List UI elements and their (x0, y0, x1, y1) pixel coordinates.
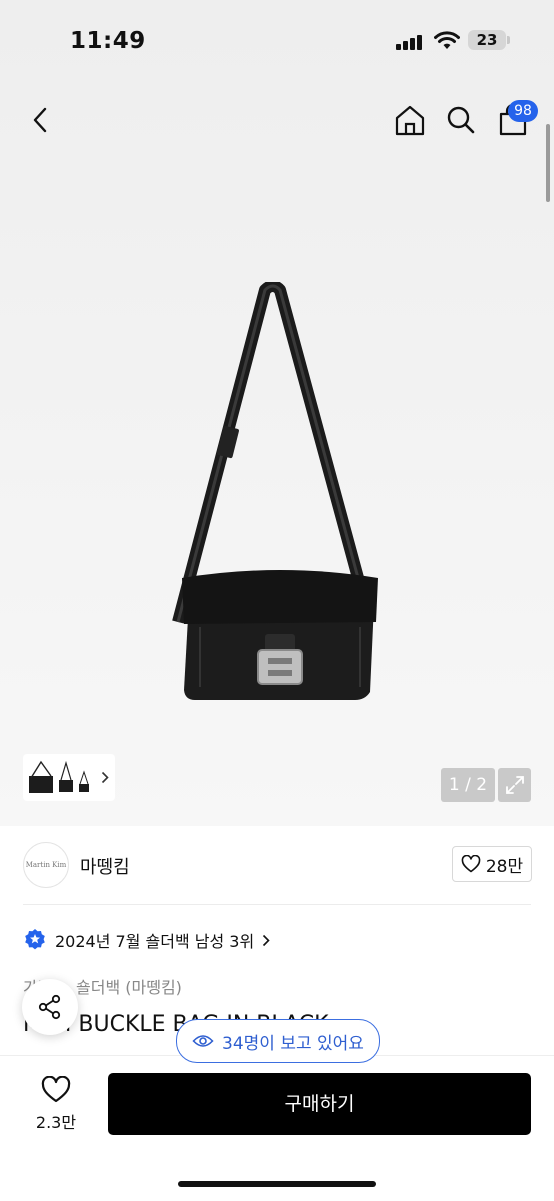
thumbnail-strip[interactable] (23, 754, 115, 801)
brand-like-count: 28만 (485, 856, 524, 877)
search-button[interactable] (441, 100, 481, 140)
viewers-pill: 34명이 보고 있어요 (176, 1019, 380, 1063)
chevron-right-icon (101, 771, 109, 784)
cart-count-badge: 98 (508, 100, 538, 122)
heart-icon (461, 855, 481, 873)
battery-cap (507, 36, 510, 44)
brand-logo[interactable]: Martin Kim (23, 842, 69, 888)
divider (23, 904, 531, 905)
back-icon (33, 107, 47, 133)
battery-indicator: 23 (468, 30, 506, 50)
brand-name[interactable]: 마뗑킴 (80, 853, 130, 879)
chevron-right-icon (263, 934, 270, 946)
image-counter: 1 / 2 (441, 768, 495, 802)
share-button[interactable] (22, 979, 78, 1035)
home-icon (395, 105, 425, 136)
expand-button[interactable] (498, 768, 531, 802)
wifi-icon (434, 31, 460, 49)
home-button[interactable] (390, 100, 430, 140)
expand-icon (505, 776, 524, 794)
status-time: 11:49 (70, 28, 146, 54)
product-photo (172, 282, 378, 700)
viewers-text: 34명이 보고 있어요 (222, 1033, 364, 1054)
home-indicator (178, 1181, 376, 1187)
back-button[interactable] (22, 100, 58, 140)
star-badge-icon (25, 929, 45, 950)
ranking-link[interactable]: 2024년 7월 숄더백 남성 3위 (23, 928, 270, 952)
share-icon (38, 994, 61, 1020)
wishlist-count: 2.3만 (35, 1113, 77, 1132)
search-icon (447, 106, 475, 134)
buy-button[interactable]: 구매하기 (108, 1073, 531, 1135)
heart-icon (41, 1076, 71, 1103)
signal-icon (396, 34, 424, 50)
wishlist-button[interactable]: 2.3만 (28, 1076, 84, 1133)
eye-icon (192, 1035, 214, 1047)
brand-like-button[interactable]: 28만 (452, 846, 532, 882)
scrollbar[interactable] (546, 124, 550, 202)
ranking-text: 2024년 7월 숄더백 남성 3위 (55, 932, 255, 951)
